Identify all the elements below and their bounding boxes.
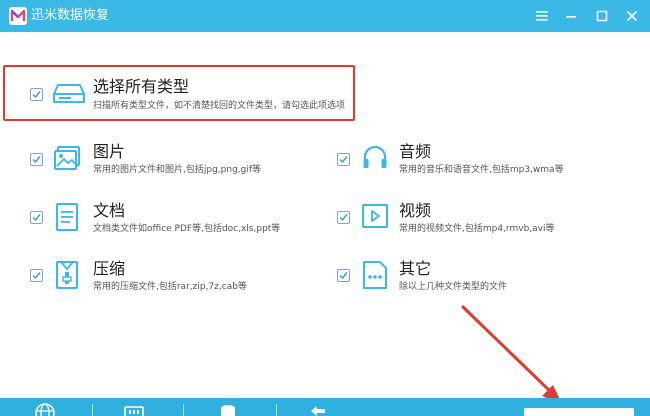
document-description: 文档类文件如office PDF等,包括doc,xls,ppt等 xyxy=(93,224,281,234)
archive-description: 常用的压缩文件,包括rar,zip,7z,cab等 xyxy=(93,282,247,292)
document-icon xyxy=(56,203,78,231)
maximize-button[interactable] xyxy=(589,3,615,29)
back-arrow-icon[interactable] xyxy=(307,402,329,416)
archive-checkbox[interactable] xyxy=(30,269,43,282)
select-all-checkbox[interactable] xyxy=(30,88,43,101)
document-checkbox[interactable] xyxy=(30,211,43,224)
other-checkbox[interactable] xyxy=(337,269,350,282)
image-description: 常用的图片文件和图片,包括jpg,png,gif等 xyxy=(93,165,262,175)
globe-icon[interactable] xyxy=(34,402,56,416)
drive-icon xyxy=(53,84,85,103)
archive-title: 压缩 xyxy=(93,259,126,278)
audio-checkbox[interactable] xyxy=(337,153,350,166)
toolbar-separator xyxy=(92,404,93,416)
headphones-icon xyxy=(363,145,387,168)
app-title: 迅米数据恢复 xyxy=(31,8,110,23)
database-icon[interactable] xyxy=(217,402,239,416)
other-icon xyxy=(363,261,387,289)
checkmark-icon xyxy=(32,156,41,164)
checkmark-icon xyxy=(32,272,41,280)
checkmark-icon xyxy=(339,156,348,164)
other-title: 其它 xyxy=(399,259,432,278)
image-checkbox[interactable] xyxy=(30,153,43,166)
image-title: 图片 xyxy=(93,142,126,161)
archive-icon xyxy=(56,261,78,289)
toolbar-separator xyxy=(183,404,184,416)
other-description: 除以上几种文件类型的文件 xyxy=(399,282,508,292)
minimize-button[interactable] xyxy=(558,3,584,29)
audio-title: 音频 xyxy=(399,142,432,161)
bottom-toolbar xyxy=(0,398,650,416)
image-icon xyxy=(54,146,80,170)
close-button[interactable] xyxy=(619,3,645,29)
checkmark-icon xyxy=(32,91,41,99)
video-description: 常用的视频文件,包括mp4,rmvb,avi等 xyxy=(399,224,555,234)
document-title: 文档 xyxy=(93,201,126,220)
select-all-title: 选择所有类型 xyxy=(93,77,190,96)
checkmark-icon xyxy=(339,214,348,222)
m-logo-icon xyxy=(9,7,27,25)
audio-description: 常用的音乐和语音文件,包括mp3,wma等 xyxy=(399,165,564,175)
title-bar: 迅米数据恢复 xyxy=(0,0,650,32)
video-title: 视频 xyxy=(399,201,432,220)
video-icon xyxy=(362,204,388,228)
recover-button[interactable] xyxy=(524,408,634,416)
minimize-icon xyxy=(566,16,576,18)
checkmark-icon xyxy=(32,214,41,222)
menu-icon xyxy=(536,11,548,21)
toolbar-separator xyxy=(276,404,277,416)
select-all-description: 扫描所有类型文件，如不清楚找回的文件类型，请勾选此项选项 xyxy=(93,101,346,111)
memory-card-icon[interactable] xyxy=(123,402,145,416)
checkmark-icon xyxy=(339,272,348,280)
file-type-panel: 选择所有类型 扫描所有类型文件，如不清楚找回的文件类型，请勾选此项选项 图片 常… xyxy=(0,32,650,398)
video-checkbox[interactable] xyxy=(337,211,350,224)
menu-button[interactable] xyxy=(529,3,555,29)
maximize-icon xyxy=(596,10,608,22)
close-icon xyxy=(626,10,638,22)
